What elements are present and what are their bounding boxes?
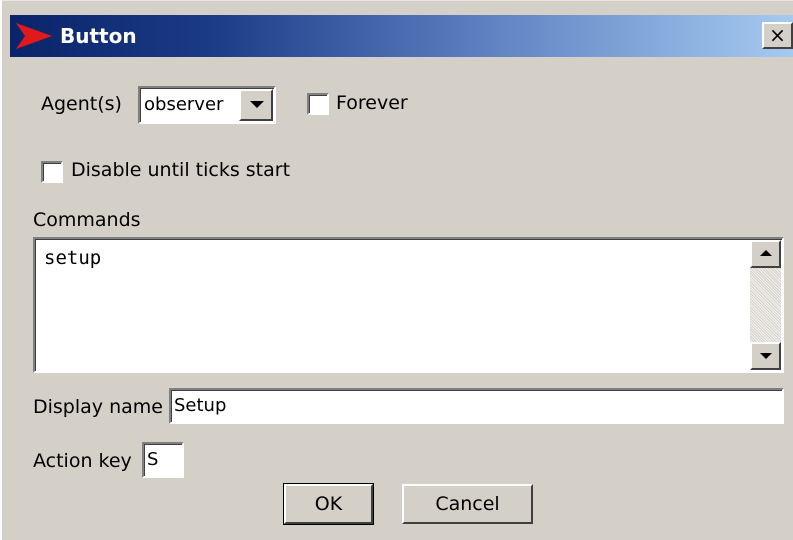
title-bar[interactable]: Button × — [10, 15, 793, 57]
forever-label: Forever — [336, 92, 408, 114]
commands-text: setup — [44, 247, 102, 269]
display-name-input[interactable]: Setup — [169, 388, 784, 424]
agents-dropdown[interactable]: observer — [138, 86, 276, 124]
scroll-down-arrow-icon — [760, 353, 772, 359]
agents-dropdown-button[interactable] — [239, 89, 273, 121]
commands-label: Commands — [33, 209, 141, 231]
action-key-label: Action key — [33, 450, 132, 472]
disable-until-ticks-label: Disable until ticks start — [71, 159, 291, 181]
window-title: Button — [60, 24, 137, 48]
display-name-label: Display name — [33, 396, 163, 418]
ok-button[interactable]: OK — [283, 483, 374, 525]
action-key-input[interactable]: S — [142, 442, 184, 478]
agents-dropdown-value: observer — [144, 94, 224, 115]
scroll-down-button[interactable] — [750, 342, 781, 370]
chevron-down-icon — [250, 101, 264, 108]
forever-checkbox[interactable] — [307, 93, 329, 115]
commands-scrollbar[interactable] — [750, 240, 781, 370]
scroll-up-button[interactable] — [750, 240, 781, 268]
close-button[interactable]: × — [762, 22, 793, 49]
button-dialog: Button × Agent(s) observer Forever Disab… — [0, 0, 793, 540]
disable-until-ticks-checkbox[interactable] — [41, 161, 63, 183]
agents-label: Agent(s) — [41, 93, 122, 115]
scroll-up-arrow-icon — [760, 250, 772, 256]
cancel-button[interactable]: Cancel — [402, 484, 533, 524]
commands-textarea[interactable]: setup — [33, 237, 784, 373]
netlogo-logo-icon — [16, 23, 52, 49]
